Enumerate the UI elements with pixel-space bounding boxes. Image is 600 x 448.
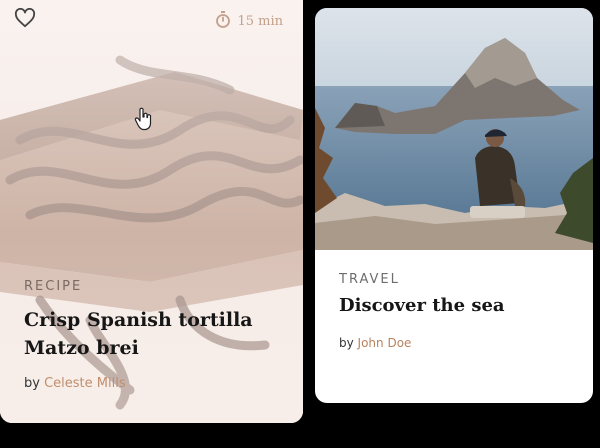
author-link[interactable]: Celeste Mills <box>44 376 126 391</box>
travel-photo <box>315 8 593 250</box>
card-category: TRAVEL <box>339 272 400 287</box>
by-label: by <box>24 376 40 391</box>
travel-card[interactable]: TRAVEL Discover the sea by John Doe <box>315 8 593 403</box>
hand-pointer-icon <box>134 107 154 131</box>
recipe-card[interactable]: 15 min RECIPE Crisp Spanish tortilla Mat… <box>0 0 303 423</box>
stopwatch-icon <box>215 11 231 32</box>
card-byline: by Celeste Mills <box>24 376 126 391</box>
card-category: RECIPE <box>24 279 83 294</box>
card-byline: by John Doe <box>339 336 411 350</box>
card-title[interactable]: Discover the sea <box>339 295 505 316</box>
prep-time-label: 15 min <box>237 14 283 29</box>
by-label: by <box>339 336 354 350</box>
author-link[interactable]: John Doe <box>358 336 412 350</box>
heart-icon[interactable] <box>14 7 36 28</box>
card-title[interactable]: Crisp Spanish tortilla Matzo brei <box>24 306 294 362</box>
prep-time: 15 min <box>215 11 283 32</box>
